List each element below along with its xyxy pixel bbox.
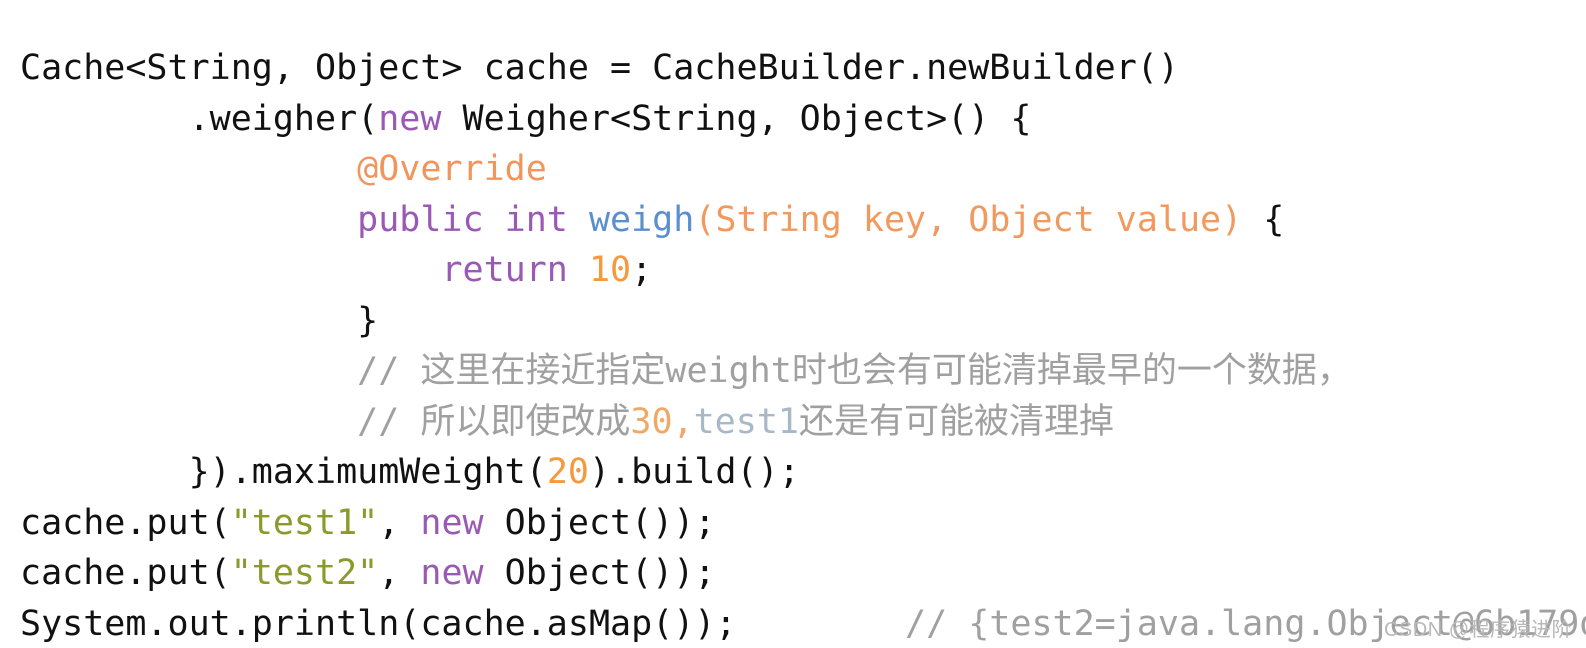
code-token-type: String key, Object value xyxy=(715,199,1222,240)
code-token-plain: , xyxy=(378,502,421,543)
code-line: System.out.println(cache.asMap()); // {t… xyxy=(20,599,1586,648)
code-token-keyword: new xyxy=(420,553,484,593)
code-token-type: ( xyxy=(694,199,716,240)
code-line: // 这里在接近指定weight时也会有可能清掉最早的一个数据， xyxy=(20,346,1586,397)
code-token-keyword: new xyxy=(420,502,484,543)
code-token-plain: Cache<String, Object> cache = CacheBuild… xyxy=(20,48,1179,88)
code-line: cache.put("test1", new Object()); xyxy=(20,498,1586,549)
code-line: }).maximumWeight(20).build(); xyxy=(20,447,1586,498)
code-token-comment: // 这里在接近指定 xyxy=(357,351,666,391)
code-token-plain: }).maximumWeight( xyxy=(188,452,547,492)
code-token-plain: cache.put( xyxy=(20,553,231,593)
code-token-method: weigh xyxy=(588,199,695,240)
code-line: .weigher(new Weigher<String, Object>() { xyxy=(20,94,1586,145)
code-token-plain: , xyxy=(378,553,421,593)
csdn-watermark: CSDN @程序猿进阶 xyxy=(1383,619,1572,641)
code-token-plain: Weigher<String, Object>() { xyxy=(441,98,1032,139)
code-token-comment: weight xyxy=(665,351,792,391)
code-screenshot: Cache<String, Object> cache = CacheBuild… xyxy=(0,0,1586,648)
code-line: @Override xyxy=(20,144,1586,195)
code-token-comment-id: test1 xyxy=(693,401,799,442)
code-line: } xyxy=(20,296,1586,347)
code-token-comment: 还是有可能被清理掉 xyxy=(798,401,1114,442)
code-token-number: 10 xyxy=(588,250,632,290)
code-line: // 所以即使改成30,test1还是有可能被清理掉 xyxy=(20,397,1586,448)
code-token-plain: ; xyxy=(631,250,653,290)
code-token-comment-num: 30 xyxy=(630,401,673,442)
code-line: public int weigh(String key, Object valu… xyxy=(20,195,1586,246)
code-token-plain: Object()); xyxy=(483,553,716,593)
code-token-plain: ).build(); xyxy=(588,452,800,492)
code-token-type: ) xyxy=(1221,199,1243,240)
code-token-number: 20 xyxy=(546,452,589,492)
code-token-string: "test1" xyxy=(230,502,379,543)
code-token-comment-num: , xyxy=(672,401,694,442)
code-token-comment: 时也会有可能清掉最早的一个数据， xyxy=(791,351,1352,391)
code-token-string: "test2" xyxy=(230,553,379,593)
code-token-plain: } xyxy=(357,300,379,341)
code-line: cache.put("test2", new Object()); xyxy=(20,548,1586,599)
code-token-annotation: @Override xyxy=(357,149,547,189)
code-token-plain: { xyxy=(1242,199,1285,240)
code-token-plain: .weigher( xyxy=(188,98,379,139)
code-token-keyword: return xyxy=(441,250,568,290)
code-line: Cache<String, Object> cache = CacheBuild… xyxy=(20,43,1586,94)
code-token-plain: cache.put( xyxy=(20,502,231,543)
code-block: Cache<String, Object> cache = CacheBuild… xyxy=(0,35,1586,648)
code-token-comment: // 所以即使改成 xyxy=(357,401,631,442)
code-token-plain: Object()); xyxy=(483,502,716,543)
code-token-keyword: public int xyxy=(357,199,568,240)
code-token-keyword: new xyxy=(378,98,442,139)
code-token-plain: System.out.println(cache.asMap()); xyxy=(20,603,737,644)
code-line: return 10; xyxy=(20,245,1586,296)
